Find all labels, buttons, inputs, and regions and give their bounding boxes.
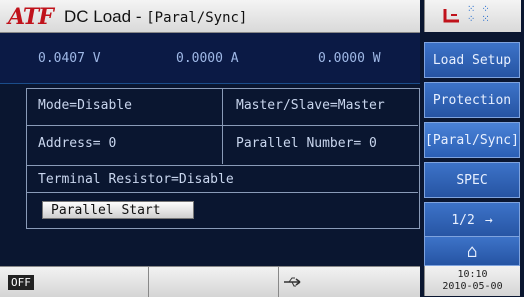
page-indicator: 1/2 [451, 212, 475, 228]
usb-icon [284, 277, 301, 287]
sidebar-item-paral-sync[interactable]: [Paral/Sync] [424, 122, 520, 158]
lower-divider [26, 192, 418, 193]
parallel-number-field[interactable]: Parallel Number= 0 [236, 136, 377, 151]
status-divider [148, 267, 149, 297]
mode-field[interactable]: Mode=Disable [38, 98, 132, 113]
status-divider [278, 267, 279, 297]
home-icon: ⌂ [466, 240, 478, 262]
current-readout: 0.0000 A [176, 51, 239, 66]
clock-time: 10:10 [457, 269, 488, 280]
grid-divider-v [222, 88, 223, 164]
sidebar-item-load-setup[interactable]: Load Setup [424, 42, 520, 78]
terminal-resistor-field[interactable]: Terminal Resistor=Disable [38, 172, 234, 187]
clock: 10:10 2010-05-00 [424, 266, 520, 296]
title-bar: ATF DC Load - [Paral/Sync] [0, 0, 420, 33]
address-field[interactable]: Address= 0 [38, 136, 116, 151]
remote-indicator-icon: ⁙ ⁘ ⁘ ⁙ [467, 4, 490, 25]
brand-logo: ATF [8, 4, 54, 30]
voltage-readout: 0.0407 V [38, 51, 101, 66]
clock-date: 2010-05-00 [442, 281, 503, 292]
status-bar: OFF [0, 266, 420, 297]
title-text: DC Load - [64, 7, 142, 26]
sidebar-item-protection[interactable]: Protection [424, 82, 520, 118]
sidebar-item-spec[interactable]: SPEC [424, 162, 520, 198]
parallel-start-button[interactable]: Parallel Start [42, 201, 194, 219]
lock-indicator-icon [443, 9, 459, 23]
master-slave-field[interactable]: Master/Slave=Master [236, 98, 385, 113]
measurement-bar: 0.0407 V 0.0000 A 0.0000 W [0, 33, 420, 84]
home-button[interactable]: ⌂ [424, 236, 520, 266]
output-status-badge: OFF [8, 275, 34, 290]
arrow-right-icon: → [484, 212, 493, 228]
page-title: DC Load - [Paral/Sync] [64, 7, 247, 27]
indicator-box: ⁙ ⁘ ⁘ ⁙ [424, 0, 521, 32]
page-next-button[interactable]: 1/2 → [424, 202, 520, 238]
power-readout: 0.0000 W [318, 51, 381, 66]
title-subtitle: [Paral/Sync] [146, 10, 248, 26]
